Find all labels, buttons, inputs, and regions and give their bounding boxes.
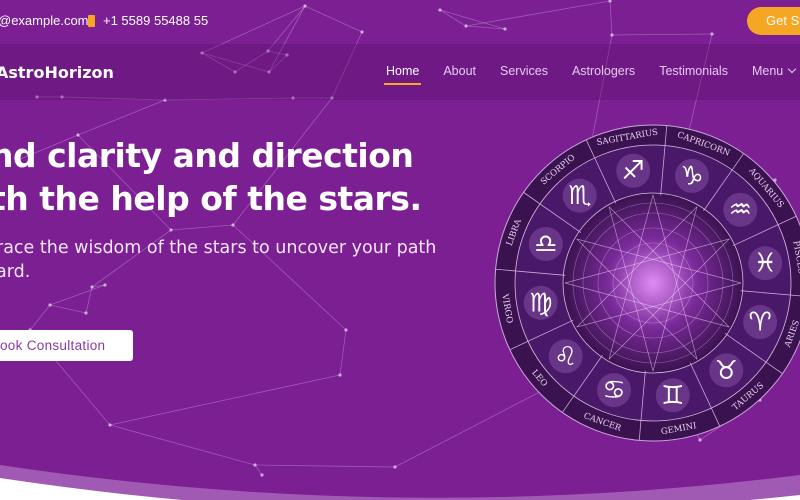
constellation-line [49,304,87,314]
zodiac-glyph-icon: ♋ [602,376,625,406]
constellation-line [77,99,166,136]
navbar: AstroHorizon Home About Services Astrolo… [0,44,800,100]
star-dot [338,373,342,377]
zodiac-wheel: SAGITTARIUS♐CAPRICORN♑ AQUARIUS♒PISCES♓AR… [494,124,800,442]
nav-testimonials[interactable]: Testimonials [659,64,728,78]
zodiac-glyph-icon: ♉ [715,356,738,386]
hero-title-line2: th the help of the stars. [0,179,422,218]
nav-home[interactable]: Home [383,64,422,85]
zodiac-glyph-icon: ♎ [534,230,557,260]
get-started-button[interactable]: Get Started [747,7,800,35]
hero-title-line1: nd clarity and direction [0,136,414,175]
nav-menu-dropdown[interactable]: Menu [751,64,797,78]
zodiac-glyph-icon: ♑ [680,161,703,191]
constellation-line [29,304,51,331]
book-consultation-button[interactable]: ook Consultation [0,330,133,361]
star-dot [231,223,235,227]
zodiac-glyph-icon: ♒ [729,195,752,225]
zodiac-glyph-icon: ♍ [529,288,552,318]
chevron-down-icon [788,64,797,74]
nav-astrologers[interactable]: Astrologers [572,64,635,78]
zodiac-glyph-icon: ♐ [622,156,645,186]
hero-title: nd clarity and direction th the help of t… [0,134,422,220]
zodiac-glyph-icon: ♓ [754,249,777,279]
main-nav: Home About Services Astrologers Testimon… [383,64,800,85]
nav-services[interactable]: Services [500,64,548,78]
constellation-line [339,329,347,376]
star-dot [169,228,173,232]
logo[interactable]: AstroHorizon [0,63,114,82]
phone-icon [88,14,95,27]
phone-contact: +1 5589 55488 55 [88,13,208,28]
nav-about[interactable]: About [443,64,476,78]
star-dot [344,328,348,332]
hero-subtitle: race the wisdom of the stars to uncover … [0,238,437,282]
zodiac-glyph-icon: ♏ [568,181,591,211]
zodiac-glyph-icon: ♌ [554,342,577,372]
star-dot [84,311,88,315]
zodiac-glyph-icon: ♊ [661,381,684,411]
nav-menu-label: Menu [751,64,784,78]
wheel-center [562,192,744,374]
constellation-line [49,284,106,306]
star-dot [90,285,94,289]
email-text: @example.com [0,13,89,28]
phone-text: +1 5589 55488 55 [103,13,209,28]
constellation-line [170,224,234,231]
top-bar: @example.com +1 5589 55488 55 Get Starte… [0,0,800,44]
star-dot [48,303,52,307]
constellation-line [109,374,341,426]
zodiac-glyph-icon: ♈ [748,307,771,337]
bottom-wave [0,465,800,500]
